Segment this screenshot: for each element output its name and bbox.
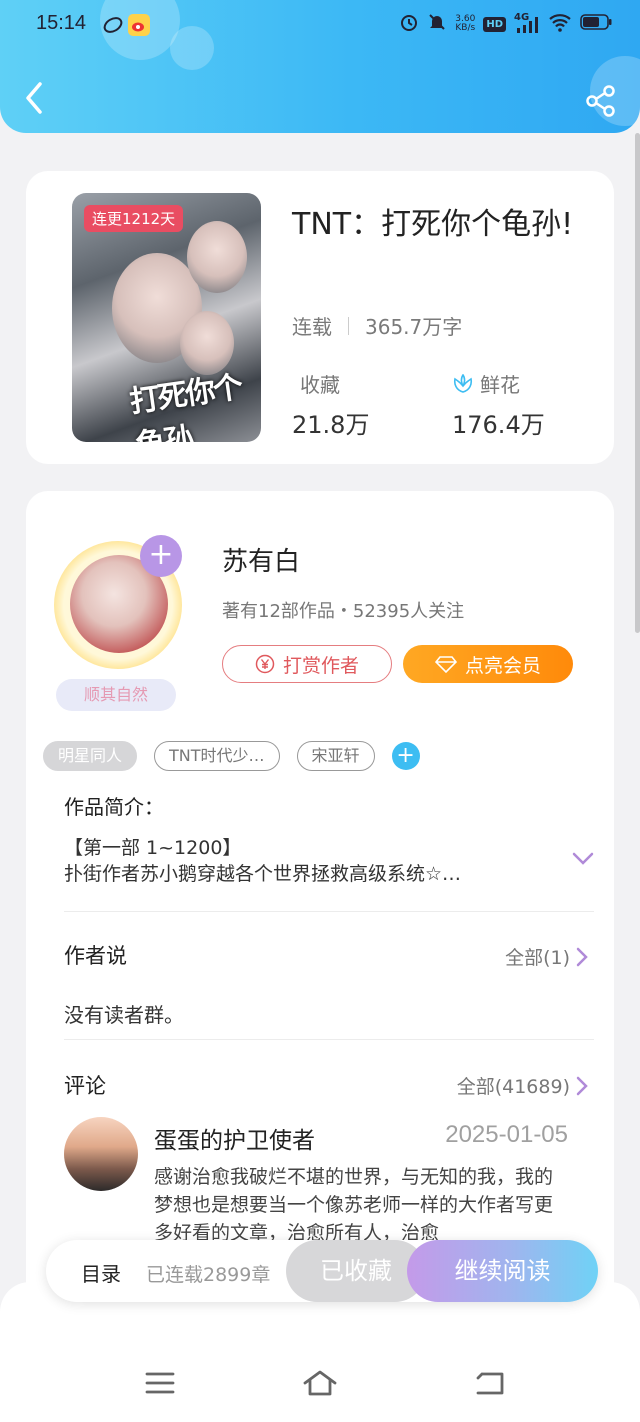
chapter-count: 已连载2899章 — [146, 1264, 271, 1286]
author-says-see-all[interactable]: 全部(1) — [505, 943, 588, 970]
cover-badge: 连更1212天 — [84, 205, 184, 232]
book-status: 连载 — [292, 315, 332, 339]
bottom-action-bar: 目录 已连载2899章 已收藏 继续阅读 — [46, 1240, 598, 1302]
author-says-see-all-label: 全部(1) — [505, 947, 570, 969]
tag-list: 明星同人 TNT时代少… 宋亚轩 + — [43, 741, 420, 771]
comment-text[interactable]: 感谢治愈我破烂不堪的世界，与无知的我，我的梦想也是想要当一个像苏老师一样的大作者… — [154, 1163, 566, 1247]
book-meta: 连载 365.7万字 — [292, 311, 462, 340]
tag-item[interactable]: TNT时代少… — [154, 741, 280, 771]
diamond-icon — [434, 656, 457, 673]
net-speed-unit: KB/s — [455, 23, 476, 33]
cover-title: 打死你个龟孙 — [127, 369, 244, 442]
app-notification-icon — [102, 14, 124, 36]
yen-coin-icon — [255, 654, 275, 674]
chevron-down-icon — [572, 852, 594, 865]
reward-author-button[interactable]: 打赏作者 — [222, 645, 392, 683]
tag-item[interactable]: 宋亚轩 — [296, 741, 375, 771]
favorites-value: 21.8万 — [292, 411, 370, 439]
system-nav-bar — [0, 1282, 640, 1422]
mute-icon — [427, 12, 447, 36]
back-button[interactable] — [22, 80, 46, 116]
back-arrow-icon — [476, 1372, 504, 1395]
comment-avatar[interactable] — [64, 1117, 138, 1191]
book-title: TNT：打死你个龟孙! — [292, 207, 574, 242]
hd-icon: HD — [483, 16, 506, 32]
continue-reading-button[interactable]: 继续阅读 — [407, 1240, 598, 1302]
menu-icon — [145, 1372, 175, 1394]
tag-item[interactable]: 明星同人 — [43, 741, 138, 771]
home-icon — [303, 1370, 337, 1396]
signal-icon: 4G — [514, 12, 540, 34]
comments-title: 评论 — [64, 1074, 106, 1098]
toc-button[interactable]: 目录 — [81, 1258, 121, 1287]
favorited-button[interactable]: 已收藏 — [286, 1240, 426, 1302]
follow-author-button[interactable]: + — [140, 535, 182, 577]
favorites-label: 收藏 — [300, 369, 340, 398]
author-says-content: 没有读者群。 — [64, 1003, 184, 1027]
alarm-icon — [399, 12, 419, 36]
flowers-value: 176.4万 — [452, 411, 545, 439]
book-cover[interactable]: 连更1212天 打死你个龟孙 — [72, 193, 261, 442]
flowers-label-text: 鲜花 — [480, 373, 520, 397]
status-icons: 3.60 KB/s HD 4G — [399, 12, 612, 36]
author-name[interactable]: 苏有白 — [222, 541, 300, 578]
weibo-icon — [128, 14, 150, 36]
add-tag-button[interactable]: + — [391, 742, 420, 770]
activate-vip-button[interactable]: 点亮会员 — [403, 645, 573, 683]
chevron-right-icon — [576, 1076, 588, 1095]
share-icon — [586, 85, 615, 117]
home-button[interactable] — [302, 1368, 338, 1398]
status-bar: 15:14 3.60 KB/s HD 4G — [0, 0, 640, 50]
synopsis-text[interactable]: 【第一部 1~1200】 扑街作者苏小鹅穿越各个世界拯救高级系统☆… — [64, 835, 534, 887]
flower-icon — [453, 373, 473, 393]
scrollbar[interactable] — [635, 133, 640, 633]
battery-icon — [580, 13, 612, 35]
comments-see-all[interactable]: 全部(41689) — [457, 1072, 588, 1099]
book-word-count: 365.7万字 — [365, 315, 463, 339]
author-says-title: 作者说 — [64, 944, 127, 968]
author-stats: 著有12部作品・52395人关注 — [222, 601, 465, 622]
meta-divider — [348, 316, 349, 335]
favorites-label-text: 收藏 — [300, 373, 340, 397]
wifi-icon — [548, 12, 572, 36]
expand-synopsis-button[interactable] — [572, 851, 594, 865]
net-speed: 3.60 KB/s — [455, 15, 475, 33]
author-badge: 顺其自然 — [56, 679, 176, 711]
status-time: 15:14 — [36, 12, 87, 34]
comment-username[interactable]: 蛋蛋的护卫使者 — [154, 1121, 315, 1155]
synopsis-title: 作品简介： — [64, 795, 164, 819]
activate-vip-label: 点亮会员 — [464, 654, 541, 677]
comment-date: 2025-01-05 — [445, 1121, 568, 1148]
chevron-left-icon — [26, 82, 42, 114]
back-nav-button[interactable] — [472, 1368, 508, 1398]
comments-see-all-label: 全部(41689) — [456, 1076, 570, 1098]
header: 15:14 3.60 KB/s HD 4G — [0, 0, 640, 133]
reward-author-label: 打赏作者 — [282, 654, 359, 677]
chevron-right-icon — [576, 947, 588, 966]
synopsis-line: 【第一部 1~1200】 — [64, 837, 242, 859]
cover-figure — [187, 221, 247, 293]
divider — [64, 911, 594, 912]
recent-apps-button[interactable] — [142, 1368, 178, 1398]
share-button[interactable] — [584, 84, 618, 118]
book-info-card: 连更1212天 打死你个龟孙 TNT：打死你个龟孙! 连载 365.7万字 收藏… — [26, 171, 614, 464]
divider — [64, 1039, 594, 1040]
synopsis-line: 扑街作者苏小鹅穿越各个世界拯救高级系统☆… — [64, 863, 462, 885]
flowers-label[interactable]: 鲜花 — [452, 369, 520, 398]
